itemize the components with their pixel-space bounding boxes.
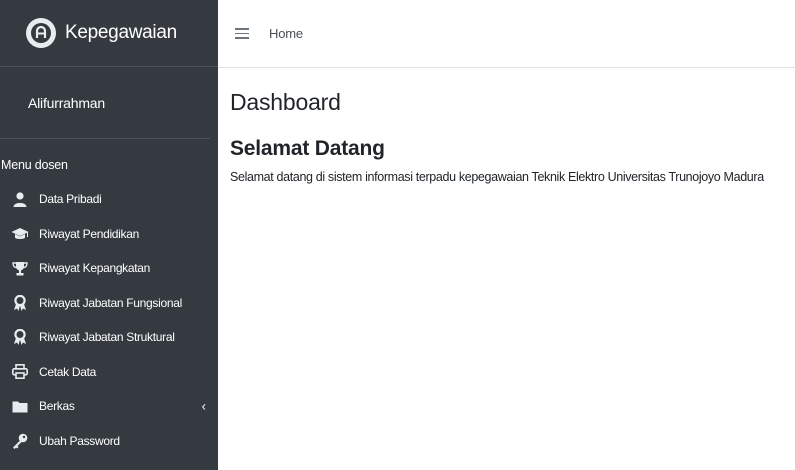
sidebar-item-riwayat-pendidikan[interactable]: Riwayat Pendidikan (0, 217, 218, 252)
sidebar-item-data-pribadi[interactable]: Data Pribadi (0, 182, 218, 217)
main-content: Dashboard Selamat Datang Selamat datang … (218, 69, 795, 470)
user-panel[interactable]: Alifurrahman (0, 67, 210, 139)
sidebar-item-cetak-data[interactable]: Cetak Data (0, 355, 218, 390)
sidebar: Kepegawaian Alifurrahman Menu dosen Data… (0, 0, 218, 470)
sidebar-item-riwayat-jabatan-fungsional[interactable]: Riwayat Jabatan Fungsional (0, 286, 218, 321)
welcome-title: Selamat Datang (230, 137, 385, 160)
sidebar-item-riwayat-jabatan-struktural[interactable]: Riwayat Jabatan Struktural (0, 320, 218, 355)
sidebar-item-label: Riwayat Jabatan Fungsional (39, 295, 182, 310)
chevron-left-icon[interactable]: ‹ (202, 399, 206, 414)
sidebar-item-label: Cetak Data (39, 364, 97, 379)
award-icon (11, 294, 29, 311)
menu-toggle-icon[interactable] (235, 28, 249, 39)
menu-header: Menu dosen (1, 158, 68, 172)
user-icon (11, 191, 29, 207)
app-logo-icon (26, 18, 56, 48)
top-navbar: Home (218, 0, 795, 68)
brand-title: Kepegawaian (65, 22, 177, 43)
sidebar-item-label: Data Pribadi (39, 192, 102, 207)
sidebar-item-label: Ubah Password (39, 433, 120, 448)
folder-icon (11, 398, 29, 414)
award-icon (11, 329, 29, 346)
key-icon (11, 433, 29, 449)
sidebar-item-ubah-password[interactable]: Ubah Password (0, 424, 218, 459)
trophy-icon (11, 260, 29, 276)
home-link[interactable]: Home (269, 26, 303, 41)
sidebar-item-label: Berkas (39, 399, 75, 414)
print-icon (11, 364, 29, 380)
page-title: Dashboard (230, 89, 341, 115)
user-name: Alifurrahman (28, 94, 105, 111)
welcome-text: Selamat datang di sistem informasi terpa… (230, 170, 764, 184)
sidebar-item-riwayat-kepangkatan[interactable]: Riwayat Kepangkatan (0, 251, 218, 286)
graduation-cap-icon (11, 226, 29, 242)
sidebar-item-berkas[interactable]: Berkas ‹ (0, 389, 218, 424)
sidebar-item-label: Riwayat Jabatan Struktural (39, 330, 175, 345)
sidebar-item-label: Riwayat Kepangkatan (39, 261, 151, 276)
brand-link[interactable]: Kepegawaian (0, 0, 218, 67)
sidebar-item-label: Riwayat Pendidikan (39, 226, 139, 241)
